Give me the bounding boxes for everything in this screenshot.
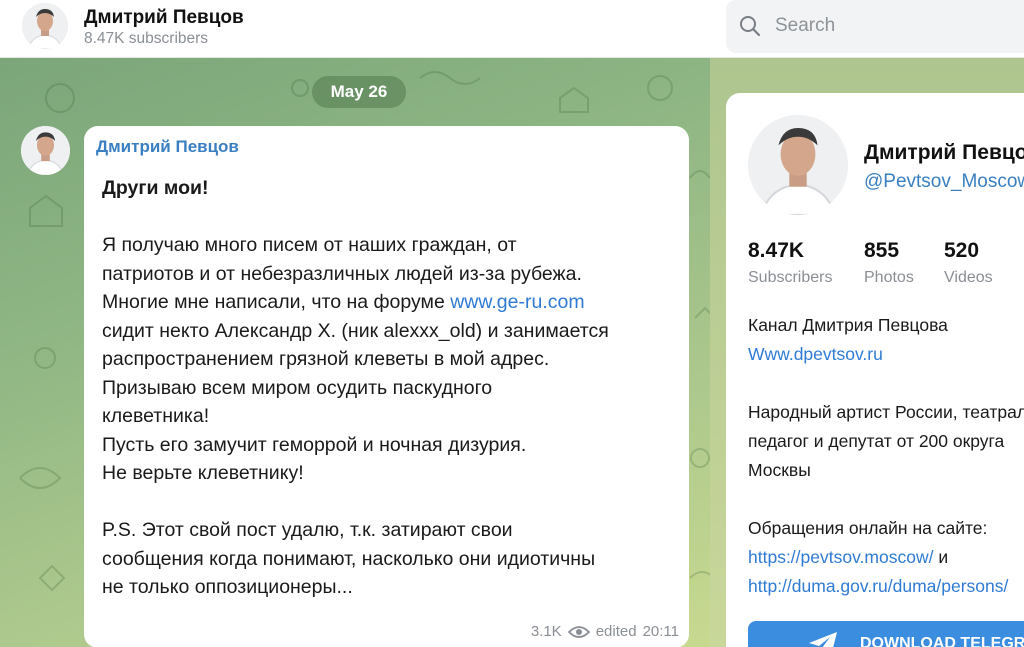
message-line: не только оппозиционеры...	[102, 576, 353, 598]
stat-value: 520	[944, 239, 980, 262]
bio-line: Москвы	[748, 460, 811, 480]
channel-description: Канал Дмитрия Певцова Www.dpevtsov.ru	[748, 311, 1024, 369]
message-line: патриотов и от небезразличных людей из-з…	[102, 262, 582, 285]
message-line-text: Многие мне написали, что на форуме	[102, 291, 451, 313]
message-line: Други мои!	[102, 177, 209, 199]
channel-contacts: Обращения онлайн на сайте: https://pevts…	[748, 514, 1024, 601]
description-line: Канал Дмитрия Певцова	[748, 315, 948, 335]
search-icon	[740, 16, 761, 37]
stat-value: 8.47K	[748, 239, 805, 262]
message-meta: 3.1K edited 20:11	[531, 623, 679, 640]
contacts-line: Обращения онлайн на сайте:	[748, 518, 988, 538]
stat-value: 855	[864, 239, 900, 262]
message-author-avatar[interactable]	[21, 126, 70, 175]
message-line: Я получаю много писем от наших граждан, …	[102, 234, 517, 256]
message-author[interactable]: Дмитрий Певцов	[96, 137, 239, 157]
forum-link[interactable]: www.ge-ru.com	[450, 291, 584, 313]
pevtsov-link[interactable]: https://pevtsov.moscow/	[748, 547, 933, 567]
chat-area: May 26 Дмитрий Певцов Други мои! Я получ…	[0, 58, 710, 647]
download-label: DOWNLOAD TELEGRAM	[860, 635, 1024, 647]
channel-title[interactable]: Дмитрий Певцов	[84, 7, 244, 29]
duma-link[interactable]: http://duma.gov.ru/duma/persons/	[748, 572, 1024, 601]
subscriber-count: 8.47K subscribers	[84, 30, 209, 47]
download-telegram-button[interactable]: DOWNLOAD TELEGRAM	[748, 621, 1024, 647]
paper-plane-icon	[809, 632, 837, 647]
bio-line: педагог и депутат от 200 округа	[748, 431, 1005, 451]
stat-videos[interactable]: 520 Videos	[944, 239, 993, 287]
channel-avatar[interactable]	[22, 3, 68, 49]
eye-icon	[567, 625, 590, 638]
message-line: Многие мне написали, что на форуме www.g…	[102, 288, 687, 317]
message-line: сидит некто Александр Х. (ник alexxx_old…	[102, 319, 609, 342]
stat-label: Subscribers	[748, 269, 833, 286]
link-conjunction: и	[933, 547, 949, 567]
channel-handle[interactable]: @Pevtsov_Moscow	[864, 171, 1024, 193]
message-line: сообщения когда понимают, насколько они …	[102, 547, 596, 570]
message-line: P.S. Этот свой пост удалю, т.к. затирают…	[102, 519, 513, 541]
channel-header: Дмитрий Певцов 8.47K subscribers Search	[0, 0, 1024, 58]
channel-info-panel: Дмитрий Певцов @Pevtsov_Moscow 8.47K Sub…	[726, 93, 1024, 647]
message-bubble[interactable]: Дмитрий Певцов Други мои! Я получаю мног…	[84, 126, 689, 647]
date-separator: May 26	[312, 76, 406, 108]
message-line: клеветника!	[102, 405, 210, 427]
message-time: 20:11	[642, 623, 679, 640]
channel-info-name: Дмитрий Певцов	[864, 141, 1024, 164]
stat-label: Videos	[944, 269, 993, 286]
view-count: 3.1K	[530, 623, 562, 640]
message-line: Не верьте клеветнику!	[102, 462, 304, 484]
channel-bio: Народный артист России, театрал, педагог…	[748, 398, 1024, 485]
website-link[interactable]: Www.dpevtsov.ru	[748, 340, 1024, 369]
message-text: Други мои! Я получаю много писем от наши…	[102, 174, 687, 602]
message-line: распространением грязной клеветы в мой а…	[102, 348, 550, 370]
message-line: Пусть его замучит геморрой и ночная дизу…	[102, 433, 527, 456]
bio-line: Народный артист России, театрал,	[748, 402, 1024, 422]
search-placeholder: Search	[775, 15, 836, 36]
search-input[interactable]: Search	[726, 0, 1024, 53]
stat-subscribers: 8.47K Subscribers	[748, 239, 832, 287]
edited-label: edited	[595, 623, 637, 640]
message-line: Призываю всем миром осудить паскудного	[102, 376, 493, 399]
channel-info-avatar[interactable]	[748, 115, 848, 215]
stat-label: Photos	[864, 269, 914, 286]
stat-photos[interactable]: 855 Photos	[864, 239, 914, 287]
